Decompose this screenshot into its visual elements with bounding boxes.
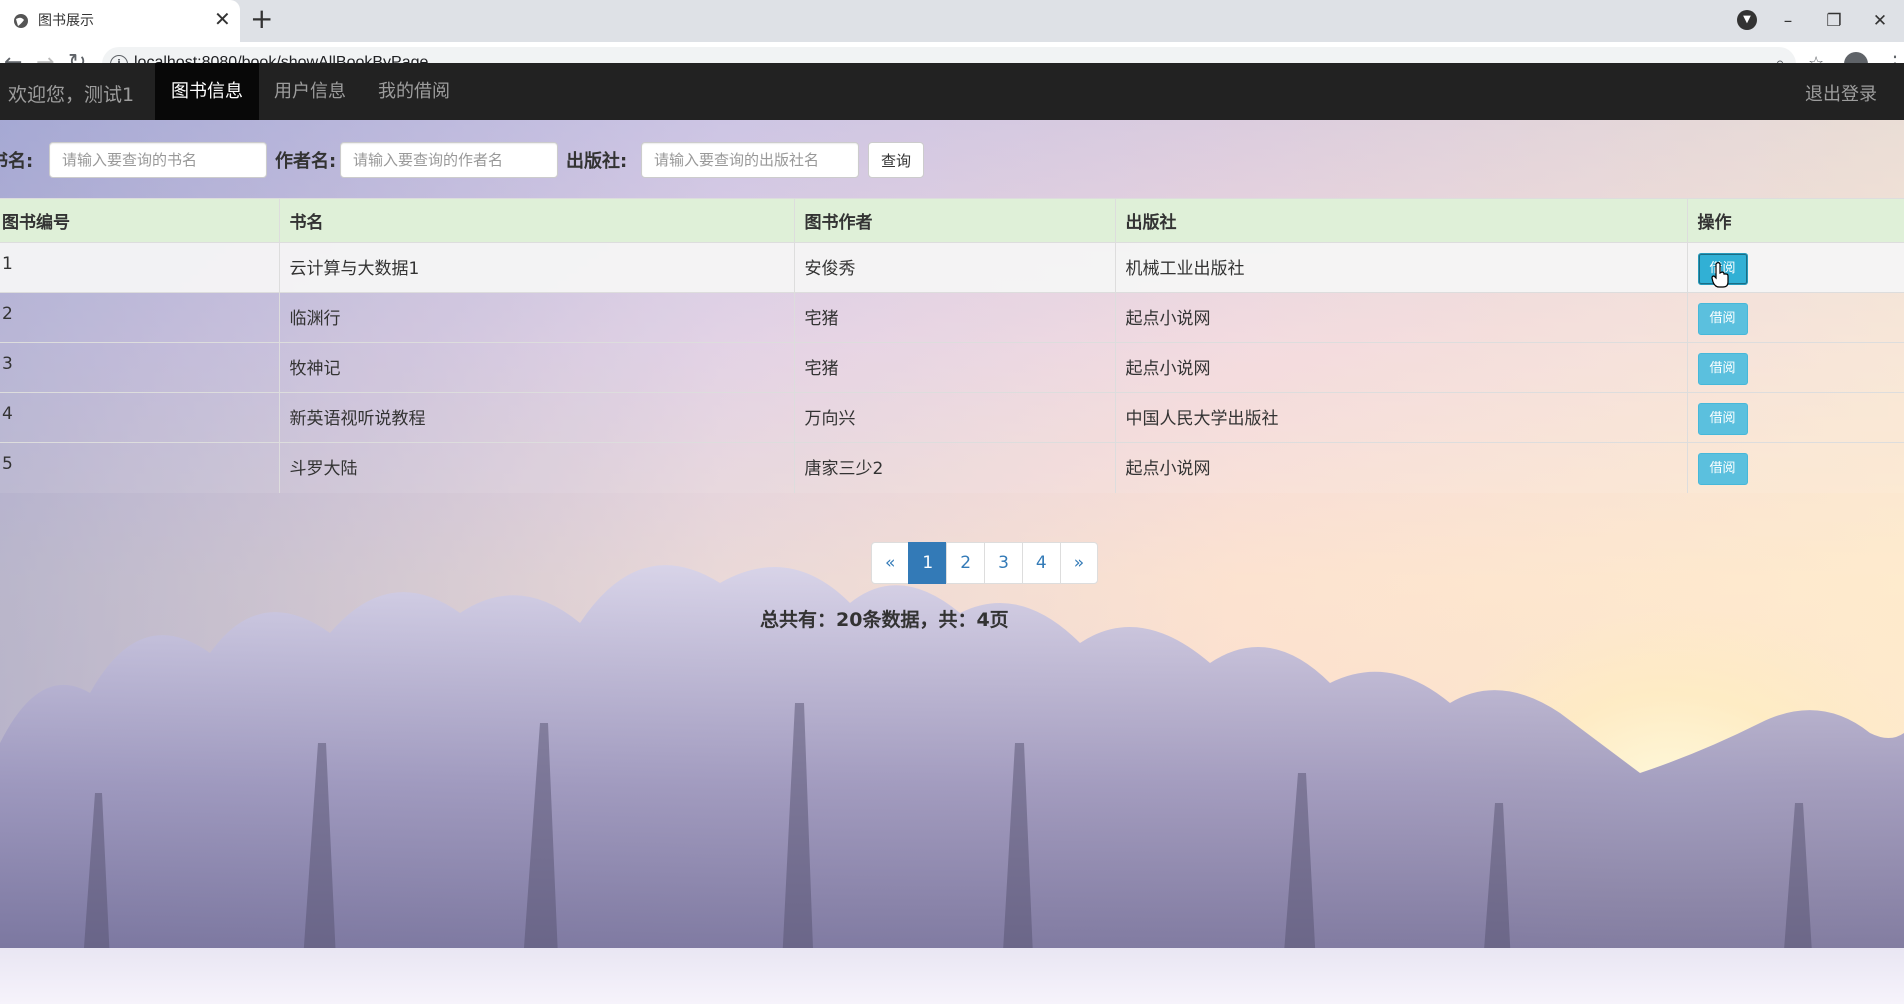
cell-author: 唐家三少2	[793, 442, 1115, 493]
globe-icon	[14, 14, 28, 28]
page-link-4[interactable]: 4	[1021, 542, 1061, 584]
nav-item-book-info[interactable]: 图书信息	[155, 63, 259, 120]
borrow-button[interactable]: 借阅	[1697, 303, 1748, 335]
new-tab-button[interactable]: +	[250, 2, 273, 35]
cell-action: 借阅	[1686, 342, 1904, 393]
cell-book-id: 1	[0, 242, 279, 293]
cell-book-name: 牧神记	[278, 342, 794, 393]
cell-publisher: 起点小说网	[1114, 292, 1687, 343]
cell-author: 宅猪	[793, 292, 1115, 343]
cell-book-name: 云计算与大数据1	[278, 242, 794, 293]
cell-author: 万向兴	[793, 392, 1115, 443]
welcome-text: 欢迎您，测试1	[8, 84, 135, 106]
cell-book-name: 临渊行	[278, 292, 794, 343]
publisher-label: 出版社:	[566, 151, 628, 172]
hand-cursor-icon	[1711, 262, 1729, 288]
next-page-link[interactable]: »	[1059, 542, 1099, 584]
cell-book-name: 斗罗大陆	[278, 442, 794, 493]
publisher-input[interactable]	[641, 142, 859, 178]
close-window-button[interactable]: ✕	[1868, 11, 1892, 31]
restore-button[interactable]: ❐	[1822, 11, 1846, 31]
page-body: 欢迎您，测试1 图书信息 用户信息 我的借阅 退出登录 书名: 作者名: 出版社…	[0, 63, 1904, 1004]
table-row: 4 新英语视听说教程 万向兴 中国人民大学出版社 借阅	[0, 392, 1904, 443]
cell-action: 借阅	[1686, 442, 1904, 493]
book-name-label: 书名:	[0, 151, 34, 172]
chevron-down-icon[interactable]: ▼	[1737, 10, 1757, 30]
prev-page-link[interactable]: «	[871, 542, 910, 584]
close-tab-icon[interactable]: ✕	[214, 7, 231, 31]
cell-publisher: 机械工业出版社	[1114, 242, 1687, 293]
cell-author: 宅猪	[793, 342, 1115, 393]
nav-item-user-info[interactable]: 用户信息	[258, 63, 362, 120]
cell-publisher: 中国人民大学出版社	[1114, 392, 1687, 443]
cell-action: 借阅	[1686, 292, 1904, 343]
browser-tab[interactable]: 图书展示 ✕	[0, 0, 240, 42]
book-name-input[interactable]	[49, 142, 267, 178]
page-link-2[interactable]: 2	[946, 542, 986, 584]
header-book-name: 书名	[278, 198, 794, 243]
search-button[interactable]: 查询	[868, 142, 924, 178]
borrow-button[interactable]: 借阅	[1697, 403, 1748, 435]
browser-tabstrip: 图书展示 ✕ + ▼ – ❐ ✕	[0, 0, 1904, 42]
cell-publisher: 起点小说网	[1114, 442, 1687, 493]
nav-item-my-borrow[interactable]: 我的借阅	[362, 63, 466, 120]
header-book-id: 图书编号	[0, 198, 279, 243]
header-action: 操作	[1686, 198, 1904, 243]
header-author: 图书作者	[793, 198, 1115, 243]
cell-book-name: 新英语视听说教程	[278, 392, 794, 443]
page-link-3[interactable]: 3	[984, 542, 1023, 584]
table-row: 5 斗罗大陆 唐家三少2 起点小说网 借阅	[0, 442, 1904, 493]
cell-author: 安俊秀	[793, 242, 1115, 293]
top-navbar: 欢迎您，测试1 图书信息 用户信息 我的借阅 退出登录	[0, 63, 1904, 120]
window-controls: – ❐ ✕	[1776, 0, 1892, 42]
cell-publisher: 起点小说网	[1114, 342, 1687, 393]
page-link-1[interactable]: 1	[908, 542, 948, 584]
cell-book-id: 4	[0, 392, 279, 443]
table-row: 2 临渊行 宅猪 起点小说网 借阅	[0, 292, 1904, 343]
table-header-row: 图书编号 书名 图书作者 出版社 操作	[0, 198, 1904, 243]
borrow-button[interactable]: 借阅	[1697, 353, 1748, 385]
table-row: 1 云计算与大数据1 安俊秀 机械工业出版社 借阅	[0, 242, 1904, 293]
author-name-label: 作者名:	[275, 151, 337, 172]
cell-book-id: 2	[0, 292, 279, 343]
tab-title: 图书展示	[38, 12, 94, 28]
logout-link[interactable]: 退出登录	[1805, 80, 1877, 106]
cell-action: 借阅	[1686, 392, 1904, 443]
book-table: 图书编号 书名 图书作者 出版社 操作 1 云计算与大数据1 安俊秀 机械工业出…	[0, 198, 1904, 493]
borrow-button[interactable]: 借阅	[1697, 453, 1748, 485]
cell-book-id: 5	[0, 442, 279, 493]
cell-book-id: 3	[0, 342, 279, 393]
header-publisher: 出版社	[1114, 198, 1687, 243]
author-name-input[interactable]	[340, 142, 558, 178]
pagination: « 1 2 3 4 »	[871, 542, 1099, 584]
minimize-button[interactable]: –	[1776, 11, 1800, 31]
total-summary: 总共有：20条数据，共：4页	[760, 609, 1009, 631]
table-row: 3 牧神记 宅猪 起点小说网 借阅	[0, 342, 1904, 393]
